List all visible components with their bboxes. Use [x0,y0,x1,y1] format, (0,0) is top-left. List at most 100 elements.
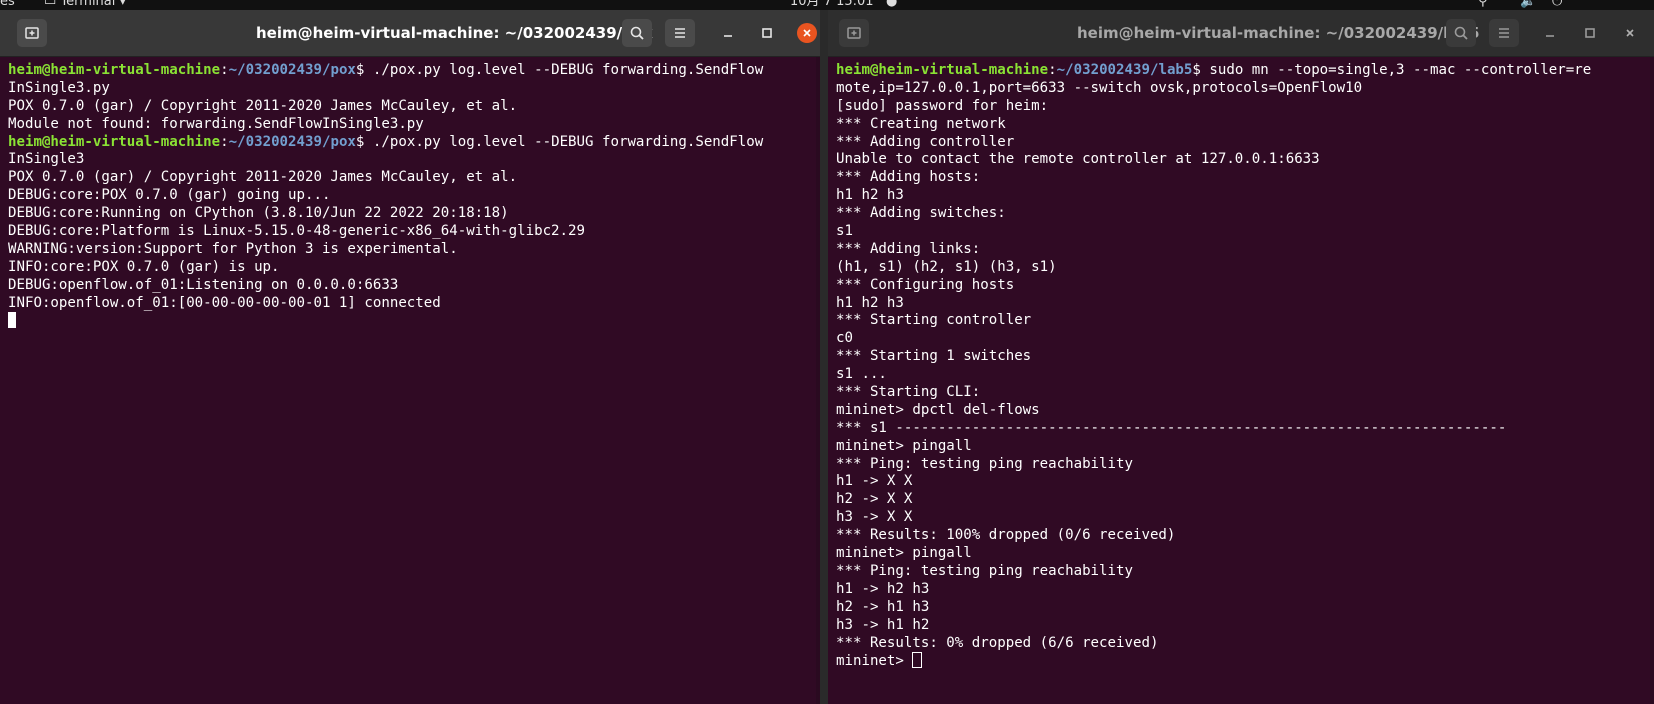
menu-button[interactable] [665,19,695,47]
app-menu-label: Terminal [60,0,116,9]
minimize-button[interactable] [1540,23,1560,43]
maximize-button[interactable] [1580,23,1600,43]
output-line: mote,ip=127.0.0.1,port=6633 --switch ovs… [836,80,1650,98]
search-button[interactable] [1446,19,1476,47]
prompt-line[interactable]: mininet> [836,652,1650,670]
output-text: *** Ping: testing ping reachability [836,455,1133,472]
output-text: *** Adding controller [836,133,1015,150]
minimize-button[interactable] [718,23,738,43]
prompt-path: ~/032002439/lab5 [1056,62,1193,78]
titlebar[interactable]: heim@heim-virtual-machine: ~/032002439/l… [828,10,1654,57]
output-line: Module not found: forwarding.SendFlowInS… [8,116,816,134]
output-text: *** Results: 100% dropped (0/6 received) [836,527,1176,544]
output-line: h1 -> X X [836,473,1650,491]
output-text: *** Ping: testing ping reachability [836,562,1133,579]
terminal-output[interactable]: heim@heim-virtual-machine:~/032002439/la… [836,62,1650,704]
output-line: *** Starting controller [836,312,1650,330]
output-text: h3 -> h1 h2 [836,616,930,633]
output-text: h1 h2 h3 [836,294,904,311]
output-text: h1 -> h2 h3 [836,580,930,597]
output-line: WARNING:version:Support for Python 3 is … [8,241,816,259]
output-text: InSingle3 [8,151,85,168]
prompt-user-host: heim@heim-virtual-machine [8,62,221,78]
network-icon[interactable]: ⚲ [1478,0,1488,10]
prompt-line: heim@heim-virtual-machine:~/032002439/po… [8,62,764,78]
command-text: $ ./pox.py log.level --DEBUG forwarding.… [355,62,764,78]
output-line: c0 [836,330,1650,348]
output-line: mininet> dpctl del-flows [836,402,1650,420]
output-line: INFO:core:POX 0.7.0 (gar) is up. [8,259,816,277]
chevron-down-icon: ▾ [119,0,127,9]
terminal-app-icon: ▭ [44,0,57,9]
system-top-bar: es ▭ Terminal ▾ 10月 7 15:01 ● ⚲ 🔈 ⏻ [0,0,1654,10]
output-text: h1 -> X X [836,473,913,490]
power-icon[interactable]: ⏻ [1552,0,1562,10]
command-text: $ sudo mn --topo=single,3 --mac --contro… [1192,62,1592,78]
output-line: h3 -> h1 h2 [836,617,1650,635]
output-line: *** s1 ---------------------------------… [836,420,1650,438]
output-text: Module not found: forwarding.SendFlowInS… [8,115,424,132]
output-text: mininet> pingall [836,437,972,454]
output-text: Unable to contact the remote controller … [836,151,1320,168]
output-text: h1 h2 h3 [836,187,904,204]
hamburger-menu-icon [1499,28,1509,38]
output-line: *** Ping: testing ping reachability [836,563,1650,581]
output-text: [sudo] password for heim: [836,97,1049,114]
output-line: s1 [836,223,1650,241]
output-text: *** s1 ---------------------------------… [836,419,1507,436]
prompt-path: ~/032002439/pox [228,62,356,78]
terminal-output[interactable]: heim@heim-virtual-machine:~/032002439/po… [8,62,816,704]
output-line: *** Starting CLI: [836,384,1650,402]
minimize-icon [1546,35,1554,37]
new-tab-icon [847,27,861,39]
prompt-user-host: heim@heim-virtual-machine [8,133,221,150]
output-line: s1 ... [836,366,1650,384]
window-title: heim@heim-virtual-machine: ~/032002439/l… [1077,24,1480,42]
new-tab-button[interactable] [839,19,869,47]
maximize-icon [1585,28,1595,38]
prompt-path: ~/032002439/pox [228,133,356,150]
terminal-cursor [912,652,923,669]
output-text: *** Starting controller [836,312,1032,329]
activities-button[interactable]: es [0,0,15,10]
output-text: *** Starting 1 switches [836,348,1032,365]
output-text: c0 [836,330,853,347]
output-text: *** Adding switches: [836,205,1006,222]
terminal-window-lab5[interactable]: heim@heim-virtual-machine: ~/032002439/l… [828,10,1654,704]
output-text: WARNING:version:Support for Python 3 is … [8,240,458,257]
terminal-window-pox[interactable]: heim@heim-virtual-machine: ~/032002439/p… [0,10,820,704]
output-line: h1 h2 h3 [836,187,1650,205]
output-line: InSingle3 [8,151,816,169]
output-text: *** Results: 0% dropped (6/6 received) [836,634,1159,651]
titlebar[interactable]: heim@heim-virtual-machine: ~/032002439/p… [0,10,820,57]
output-line: *** Ping: testing ping reachability [836,456,1650,474]
output-text: *** Adding links: [836,240,981,257]
app-menu[interactable]: ▭ Terminal ▾ [44,0,126,10]
close-button[interactable] [1620,23,1640,43]
clock[interactable]: 10月 7 15:01 [790,0,874,10]
output-text: DEBUG:core:Platform is Linux-5.15.0-48-g… [8,223,585,240]
output-text: DEBUG:core:POX 0.7.0 (gar) going up... [8,187,331,204]
new-tab-button[interactable] [17,19,47,47]
close-icon [1626,29,1634,37]
menu-button[interactable] [1489,19,1519,47]
close-icon [803,29,811,37]
output-line: mininet> pingall [836,438,1650,456]
output-line: *** Configuring hosts [836,277,1650,295]
volume-icon[interactable]: 🔈 [1520,0,1536,10]
output-text: *** Starting CLI: [836,384,981,401]
scrollbar[interactable] [1650,57,1654,704]
output-text: INFO:core:POX 0.7.0 (gar) is up. [8,258,280,275]
output-text: s1 ... [836,366,887,383]
search-icon [1454,26,1468,40]
output-text: mote,ip=127.0.0.1,port=6633 --switch ovs… [836,79,1363,96]
maximize-button[interactable] [757,23,777,43]
output-line: INFO:openflow.of_01:[00-00-00-00-00-01 1… [8,295,816,313]
search-button[interactable] [622,19,652,47]
output-line: InSingle3.py [8,80,816,98]
window-divider [820,10,828,704]
output-line: h1 h2 h3 [836,295,1650,313]
output-line: POX 0.7.0 (gar) / Copyright 2011-2020 Ja… [8,98,816,116]
prompt-line: heim@heim-virtual-machine:~/032002439/la… [836,62,1592,78]
close-button[interactable] [797,23,817,43]
